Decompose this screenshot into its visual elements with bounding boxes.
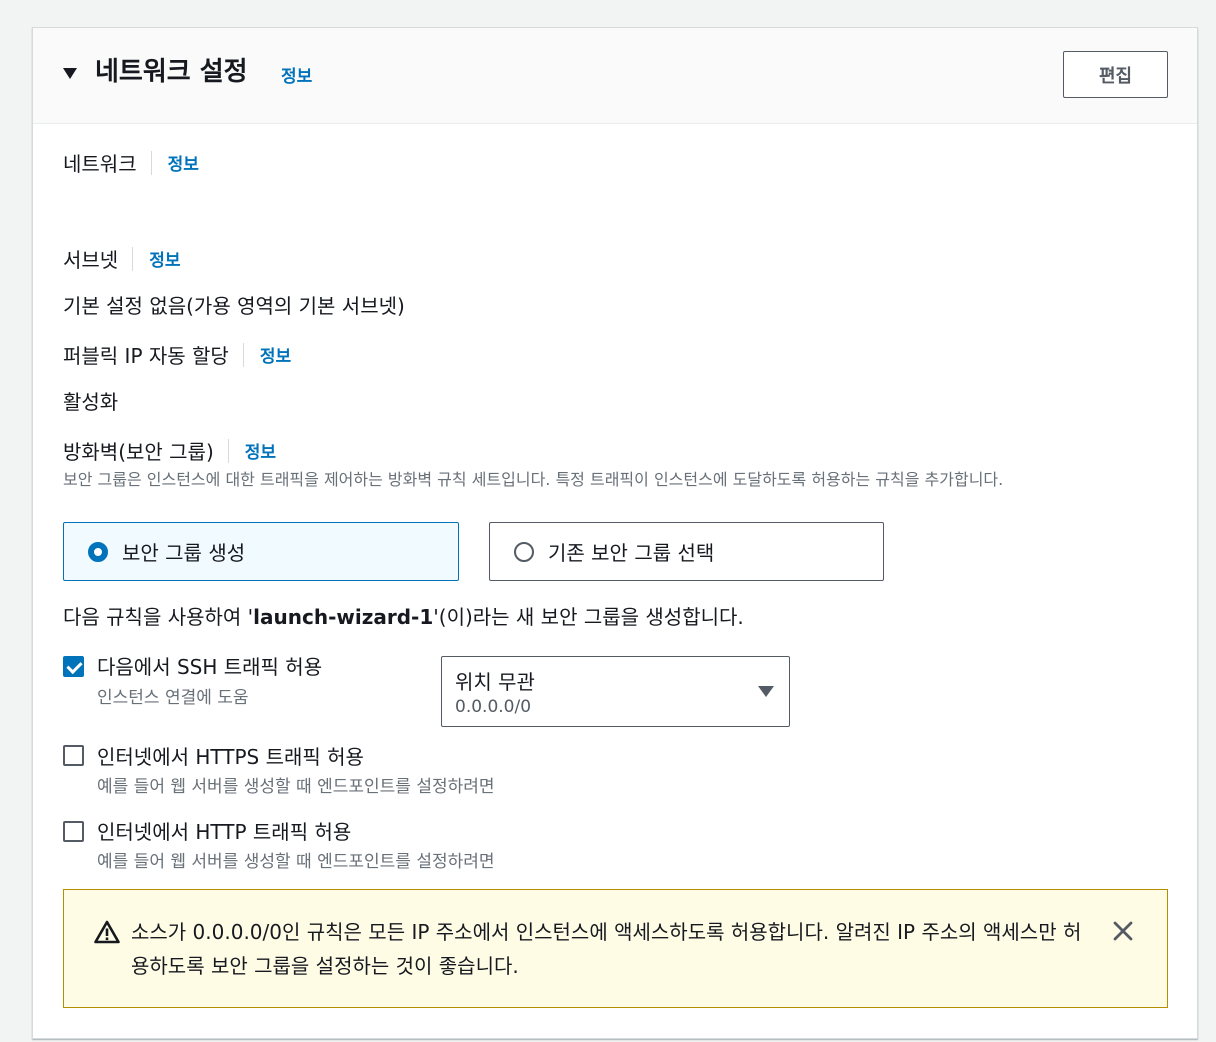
divider (227, 438, 229, 463)
network-settings-panel: 네트워크 설정 정보 편집 네트워크 정보 서브넷 정보 기본 설정 없음(가용… (32, 27, 1198, 1039)
subnet-label: 서브넷 (63, 248, 119, 272)
create-security-group-label: 보안 그룹 생성 (122, 541, 246, 565)
rule-summary-suffix: '(이)라는 새 보안 그룹을 생성합니다. (433, 605, 744, 629)
select-existing-group-label: 기존 보안 그룹 선택 (548, 541, 715, 565)
radio-unselected[interactable] (514, 541, 534, 562)
caret-down-icon[interactable] (63, 68, 77, 79)
ssh-source-select[interactable]: 위치 무관 0.0.0.0/0 (441, 656, 790, 727)
edit-button[interactable]: 편집 (1063, 51, 1168, 98)
divider (150, 150, 152, 175)
network-info-link[interactable]: 정보 (168, 150, 199, 175)
firewall-label-row: 방화벽(보안 그룹) 정보 (63, 436, 276, 465)
warning-icon (94, 920, 120, 944)
divider (242, 342, 244, 367)
public-ip-label-row: 퍼블릭 IP 자동 할당 정보 (63, 340, 291, 369)
rule-summary: 다음 규칙을 사용하여 'launch-wizard-1'(이)라는 새 보안 … (63, 601, 744, 630)
panel-header: 네트워크 설정 정보 편집 (33, 28, 1197, 124)
subnet-info-link[interactable]: 정보 (149, 246, 180, 271)
ssh-source-cidr: 0.0.0.0/0 (455, 697, 532, 717)
security-group-name: launch-wizard-1 (253, 605, 434, 629)
network-label: 네트워크 (63, 152, 137, 176)
chevron-down-icon (758, 686, 774, 697)
warning-alert: 소스가 0.0.0.0/0인 규칙은 모든 IP 주소에서 인스턴스에 액세스하… (63, 889, 1168, 1008)
network-label-row: 네트워크 정보 (63, 148, 199, 177)
page-title: 네트워크 설정 (95, 57, 248, 87)
https-checkbox[interactable] (63, 745, 84, 766)
firewall-description: 보안 그룹은 인스턴스에 대한 트래픽을 제어하는 방화벽 규칙 세트입니다. … (63, 470, 1004, 489)
radio-selected[interactable] (88, 541, 108, 562)
http-checkbox[interactable] (63, 821, 84, 842)
create-security-group-tile[interactable]: 보안 그룹 생성 (63, 522, 459, 581)
public-ip-value: 활성화 (63, 390, 119, 414)
rule-summary-prefix: 다음 규칙을 사용하여 ' (63, 605, 254, 629)
warning-text: 소스가 0.0.0.0/0인 규칙은 모든 IP 주소에서 인스턴스에 액세스하… (131, 920, 1082, 978)
public-ip-label: 퍼블릭 IP 자동 할당 (63, 344, 229, 368)
ssh-checkbox[interactable] (63, 656, 84, 677)
firewall-label: 방화벽(보안 그룹) (63, 440, 214, 464)
title-info-link[interactable]: 정보 (281, 62, 312, 87)
ssh-source-value: 위치 무관 (455, 670, 535, 694)
https-rule-desc: 예를 들어 웹 서버를 생성할 때 엔드포인트를 설정하려면 (97, 777, 495, 797)
subnet-label-row: 서브넷 정보 (63, 244, 180, 273)
https-rule-label: 인터넷에서 HTTPS 트래픽 허용 (97, 745, 364, 769)
http-rule-desc: 예를 들어 웹 서버를 생성할 때 엔드포인트를 설정하려면 (97, 852, 495, 872)
ssh-rule-label: 다음에서 SSH 트래픽 허용 (97, 655, 323, 679)
http-rule-label: 인터넷에서 HTTP 트래픽 허용 (97, 820, 352, 844)
firewall-info-link[interactable]: 정보 (245, 438, 276, 463)
ssh-rule-desc: 인스턴스 연결에 도움 (97, 688, 249, 708)
divider (132, 246, 134, 271)
close-icon[interactable] (1112, 920, 1134, 942)
subnet-value: 기본 설정 없음(가용 영역의 기본 서브넷) (63, 294, 405, 318)
select-existing-group-tile[interactable]: 기존 보안 그룹 선택 (489, 522, 884, 581)
public-ip-info-link[interactable]: 정보 (260, 342, 291, 367)
